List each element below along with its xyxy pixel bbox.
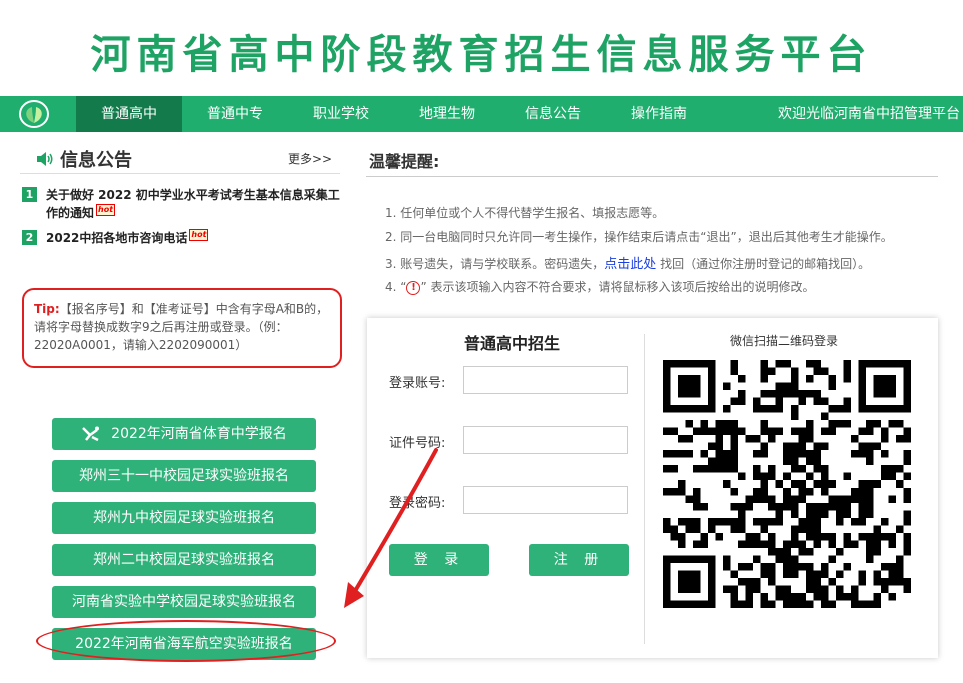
sports-school-signup-button[interactable]: 2022年河南省体育中学报名 bbox=[52, 418, 316, 450]
account-label: 登录账号: bbox=[389, 376, 446, 391]
notice-link[interactable]: 2022中招各地市咨询电话 hot bbox=[46, 229, 346, 247]
hot-badge-icon: hot bbox=[96, 204, 116, 216]
qr-code-container[interactable] bbox=[657, 352, 917, 616]
notice-divider bbox=[20, 173, 340, 174]
zhengzhou-31-football-signup-button[interactable]: 郑州三十一中校园足球实验班报名 bbox=[52, 460, 316, 492]
qr-code-icon bbox=[663, 360, 911, 608]
reminder-title: 温馨提醒: bbox=[369, 152, 440, 171]
reminder-item-1: 1. 任何单位或个人不得代替学生报名、填报志愿等。 bbox=[385, 206, 665, 220]
hot-badge-icon: hot bbox=[189, 229, 209, 241]
nav-item-geography-biology[interactable]: 地理生物 bbox=[394, 96, 500, 132]
site-title: 河南省高中阶段教育招生信息服务平台 bbox=[90, 32, 873, 78]
account-input[interactable] bbox=[463, 366, 628, 394]
naval-aviation-class-signup-button[interactable]: 2022年河南省海军航空实验班报名 bbox=[52, 628, 316, 660]
more-notices-link[interactable]: 更多>> bbox=[288, 150, 332, 167]
nav-welcome-text: 欢迎光临河南省中招管理平台 bbox=[778, 106, 960, 122]
reminder-item-2: 2. 同一台电脑同时只允许同一考生操作，操作结束后请点击“退出”，退出后其他考生… bbox=[385, 230, 893, 244]
nav-item-regular-high-school[interactable]: 普通高中 bbox=[76, 96, 182, 132]
leaf-logo-icon bbox=[19, 100, 49, 128]
notice-section-title: 信息公告 bbox=[36, 146, 132, 172]
reminder-item-3: 3. 账号遗失，请与学校联系。密码遗失，点击此处 找回（通过你注册时登记的邮箱找… bbox=[385, 257, 871, 272]
nav-item-announcements[interactable]: 信息公告 bbox=[500, 96, 606, 132]
id-number-label: 证件号码: bbox=[389, 436, 446, 451]
password-recovery-link[interactable]: 点击此处 bbox=[604, 257, 656, 272]
sports-icon bbox=[82, 426, 100, 442]
tip-text: 【报名序号】和【准考证号】中含有字母A和B的，请将字母替换成数字9之后再注册或登… bbox=[34, 302, 329, 352]
panel-divider bbox=[644, 334, 645, 644]
notice-list-item[interactable]: 2 2022中招各地市咨询电话 hot bbox=[22, 229, 342, 247]
reminder-divider bbox=[366, 176, 938, 177]
tip-label: Tip: bbox=[34, 302, 60, 316]
notice-link[interactable]: 关于做好 2022 初中学业水平考试考生基本信息采集工作的通知 hot bbox=[46, 186, 346, 222]
qr-login-title: 微信扫描二维码登录 bbox=[730, 334, 839, 348]
notice-number: 2 bbox=[22, 230, 37, 245]
login-title: 普通高中招生 bbox=[464, 334, 561, 353]
register-button[interactable]: 注 册 bbox=[529, 544, 629, 576]
reminder-item-4: 4. “!” 表示该项输入内容不符合要求，请将鼠标移入该项后按给出的说明修改。 bbox=[385, 280, 815, 295]
speaker-icon bbox=[37, 152, 53, 166]
page: 河南省高中阶段教育招生信息服务平台 普通高中 普通中专 职业学校 地理生物 信息… bbox=[0, 0, 963, 683]
zhengzhou-9-football-signup-button[interactable]: 郑州九中校园足球实验班报名 bbox=[52, 502, 316, 534]
warning-exclamation-icon: ! bbox=[406, 280, 421, 295]
zhengzhou-2-football-signup-button[interactable]: 郑州二中校园足球实验班报名 bbox=[52, 544, 316, 576]
notice-title-text: 信息公告 bbox=[60, 150, 132, 171]
henan-experimental-football-signup-button[interactable]: 河南省实验中学校园足球实验班报名 bbox=[52, 586, 316, 618]
id-number-input[interactable] bbox=[463, 426, 628, 454]
notice-list-item[interactable]: 1 关于做好 2022 初中学业水平考试考生基本信息采集工作的通知 hot bbox=[22, 186, 342, 222]
nav-item-vocational-school[interactable]: 职业学校 bbox=[288, 96, 394, 132]
login-panel: 普通高中招生 登录账号: 证件号码: 登录密码: 登 录 注 册 微信扫描二维码… bbox=[367, 318, 938, 658]
main-navbar: 普通高中 普通中专 职业学校 地理生物 信息公告 操作指南 欢迎光临河南省中招管… bbox=[0, 96, 963, 132]
password-label: 登录密码: bbox=[389, 496, 446, 511]
nav-item-operation-guide[interactable]: 操作指南 bbox=[606, 96, 712, 132]
nav-item-secondary-specialized[interactable]: 普通中专 bbox=[182, 96, 288, 132]
login-button[interactable]: 登 录 bbox=[389, 544, 489, 576]
password-input[interactable] bbox=[463, 486, 628, 514]
tip-box: Tip:【报名序号】和【准考证号】中含有字母A和B的，请将字母替换成数字9之后再… bbox=[22, 288, 342, 368]
notice-number: 1 bbox=[22, 187, 37, 202]
